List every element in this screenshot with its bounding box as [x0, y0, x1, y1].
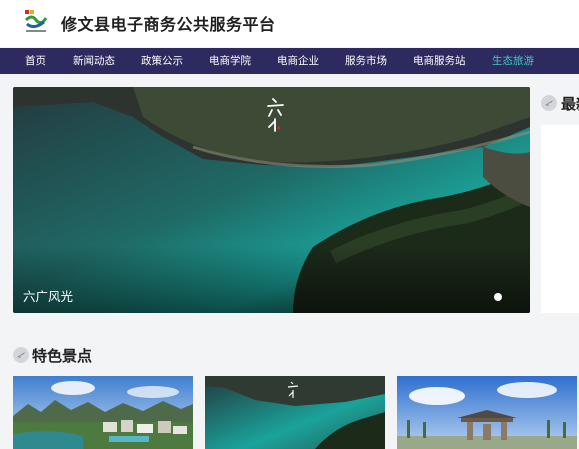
nav-item-eco-tourism[interactable]: 生态旅游	[492, 48, 534, 74]
nav-item-enterprises[interactable]: 电商企业	[277, 48, 319, 74]
nav-item-academy[interactable]: 电商学院	[209, 48, 251, 74]
site-header: 修文县电子商务公共服务平台	[0, 0, 579, 47]
featured-spot-card[interactable]	[205, 376, 385, 449]
latest-panel-title: 最新	[561, 95, 579, 113]
featured-section-title: 特色景点	[32, 347, 93, 365]
plane-icon	[13, 347, 29, 363]
nav-item-policy[interactable]: 政策公示	[141, 48, 183, 74]
carousel-dot[interactable]	[494, 293, 502, 301]
nav-item-home[interactable]: 首页	[25, 48, 46, 74]
nav-item-market[interactable]: 服务市场	[345, 48, 387, 74]
site-title[interactable]: 修文县电子商务公共服务平台	[61, 11, 276, 35]
banner-carousel[interactable]: 六广风光	[13, 87, 530, 313]
nav-item-service-station[interactable]: 电商服务站	[413, 48, 466, 74]
spot-image-river	[205, 376, 385, 449]
featured-spot-card[interactable]	[13, 376, 193, 449]
latest-panel: 最新	[541, 87, 579, 313]
latest-panel-body	[541, 125, 579, 313]
spot-image-gate	[397, 376, 577, 449]
featured-spot-card[interactable]	[397, 376, 577, 449]
platform-logo-icon[interactable]	[22, 8, 50, 36]
spot-image-town	[13, 376, 193, 449]
calligraphy-mark	[267, 98, 284, 132]
main-nav: 首页 新闻动态 政策公示 电商学院 电商企业 服务市场 电商服务站 生态旅游	[0, 48, 579, 74]
plane-icon	[541, 95, 557, 111]
nav-item-news[interactable]: 新闻动态	[73, 48, 115, 74]
banner-caption: 六广风光	[23, 289, 74, 304]
